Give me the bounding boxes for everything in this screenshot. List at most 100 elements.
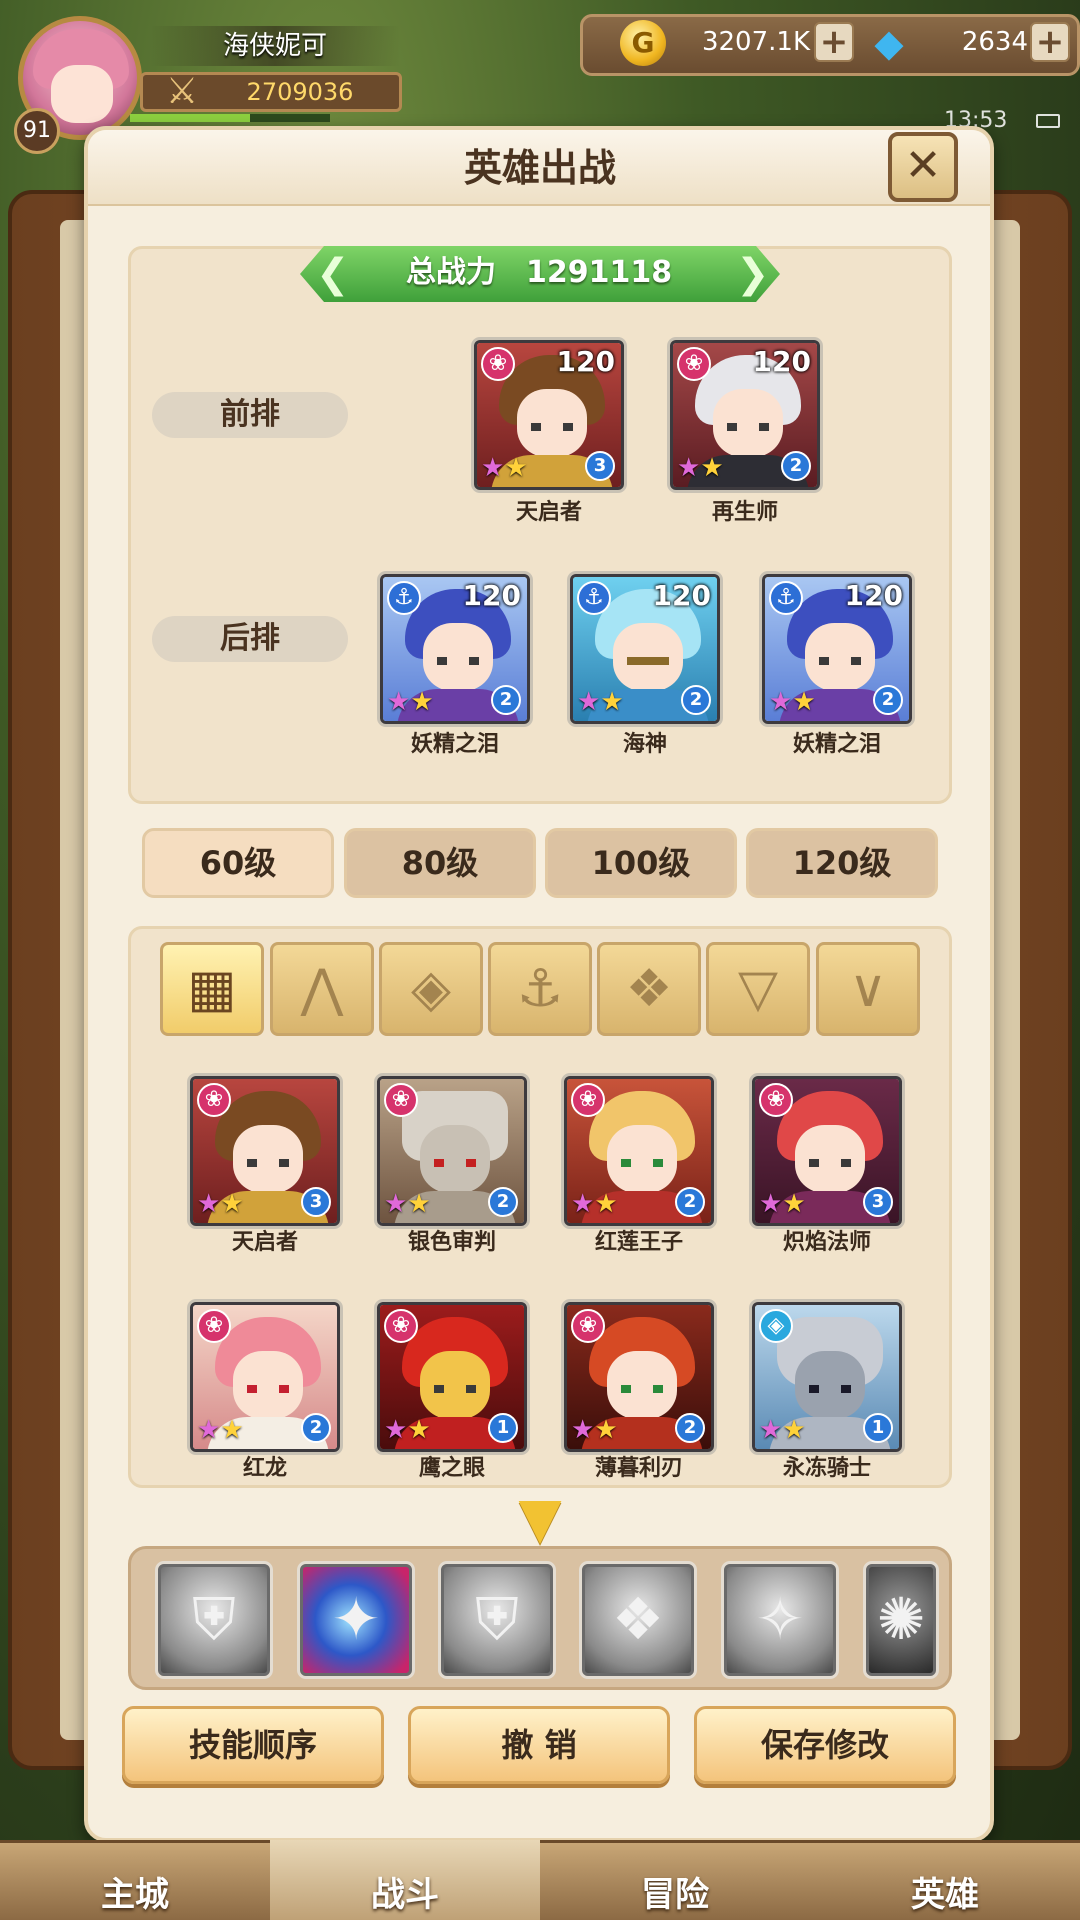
gem-amount: 2634	[961, 27, 1028, 57]
chevron-right-icon[interactable]: ❯	[736, 252, 770, 296]
hero-grade-badge: 2	[675, 1187, 705, 1217]
skill-water-orb-icon[interactable]: ✦	[300, 1564, 412, 1676]
hero-grade-badge: 3	[863, 1187, 893, 1217]
front-row-label: 前排	[152, 392, 348, 438]
class-lotus-icon: ❀	[197, 1309, 231, 1343]
star-rating-icon: ★★	[577, 687, 624, 717]
gold-amount: 3207.1K	[701, 27, 810, 57]
hero-grade-badge: 2	[301, 1413, 331, 1443]
save-changes-button[interactable]: 保存修改	[694, 1706, 956, 1784]
hero-grade-badge: 2	[781, 451, 811, 481]
class-lotus-icon: ❀	[384, 1083, 418, 1117]
tab-level-80[interactable]: 80级	[344, 828, 536, 898]
tab-level-100[interactable]: 100级	[545, 828, 737, 898]
roster-hero-card[interactable]: ◈ ★★ 1	[752, 1302, 902, 1452]
scroll-down-icon[interactable]: ▼	[502, 1491, 578, 1547]
nav-main-city[interactable]: 主城	[0, 1840, 270, 1920]
player-level-badge: 91	[14, 108, 60, 154]
skill-crystal-icon[interactable]: ❖	[582, 1564, 694, 1676]
crossed-swords-icon: ⚔	[165, 71, 199, 112]
hero-level: 120	[844, 579, 903, 612]
battery-icon	[1036, 114, 1060, 128]
roster-hero-card[interactable]: ❀ ★★ 1	[377, 1302, 527, 1452]
hero-name: 薄暮利刃	[594, 1456, 683, 1481]
class-anchor-icon: ⚓	[769, 581, 803, 615]
filter-class-wing-icon[interactable]: ∨	[816, 942, 920, 1036]
nav-adventure[interactable]: 冒险	[540, 1840, 810, 1920]
roster-hero-card[interactable]: ❀ ★★ 3	[752, 1076, 902, 1226]
roster-hero-card[interactable]: ❀ ★★ 3	[190, 1076, 340, 1226]
hero-name: 再生师	[711, 500, 778, 525]
diamond-icon: ◆	[874, 21, 904, 65]
star-rating-icon: ★★	[197, 1189, 244, 1219]
hero-grade-badge: 2	[675, 1413, 705, 1443]
hero-grade-badge: 2	[681, 685, 711, 715]
hero-grade-badge: 3	[585, 451, 615, 481]
total-power-value: 1291118	[526, 255, 673, 290]
skill-dark-icon[interactable]: ✺	[866, 1564, 936, 1676]
star-rating-icon: ★★	[384, 1415, 431, 1445]
filter-class-horn-icon[interactable]: ▽	[706, 942, 810, 1036]
hero-name: 天启者	[231, 1230, 298, 1255]
class-lotus-icon: ❀	[571, 1309, 605, 1343]
hero-name: 海神	[622, 732, 667, 757]
nav-battle[interactable]: 战斗	[270, 1840, 540, 1920]
star-rating-icon: ★★	[384, 1189, 431, 1219]
formation-hero-card[interactable]: ❀ 120 ★★ 3	[474, 340, 624, 490]
skill-shield-icon[interactable]: ⛨	[441, 1564, 553, 1676]
filter-all-icon[interactable]: ▦	[160, 942, 264, 1036]
back-row-label: 后排	[152, 616, 348, 662]
hero-level: 120	[556, 345, 615, 378]
star-rating-icon: ★★	[677, 453, 724, 483]
filter-class-diamond-icon[interactable]: ◈	[379, 942, 483, 1036]
star-rating-icon: ★★	[197, 1415, 244, 1445]
class-lotus-icon: ❀	[384, 1309, 418, 1343]
exp-bar-fill	[130, 114, 250, 122]
hero-grade-badge: 3	[301, 1187, 331, 1217]
close-button[interactable]: ✕	[888, 132, 958, 202]
roster-hero-card[interactable]: ❀ ★★ 2	[564, 1076, 714, 1226]
class-lotus-icon: ❀	[481, 347, 515, 381]
skill-order-button[interactable]: 技能顺序	[122, 1706, 384, 1784]
filter-class-beast-icon[interactable]: ❖	[597, 942, 701, 1036]
hero-name: 天启者	[515, 500, 582, 525]
total-power-label: 总战力	[406, 255, 496, 290]
filter-class-anchor-icon[interactable]: ⚓	[488, 942, 592, 1036]
formation-hero-card[interactable]: ⚓ 120 ★★ 2	[570, 574, 720, 724]
roster-hero-card[interactable]: ❀ ★★ 2	[377, 1076, 527, 1226]
add-gems-button[interactable]: +	[1030, 22, 1070, 62]
class-lotus-icon: ❀	[571, 1083, 605, 1117]
skill-ice-icon[interactable]: ✧	[724, 1564, 836, 1676]
nav-heroes[interactable]: 英雄	[810, 1840, 1080, 1920]
roster-hero-card[interactable]: ❀ ★★ 2	[564, 1302, 714, 1452]
class-lotus-icon: ❀	[677, 347, 711, 381]
hero-name: 妖精之泪	[410, 732, 499, 757]
player-name: 海侠妮可	[150, 26, 400, 66]
roster-hero-card[interactable]: ❀ ★★ 2	[190, 1302, 340, 1452]
undo-button[interactable]: 撤 销	[408, 1706, 670, 1784]
tab-level-60[interactable]: 60级	[142, 828, 334, 898]
formation-hero-card[interactable]: ❀ 120 ★★ 2	[670, 340, 820, 490]
class-anchor-icon: ⚓	[577, 581, 611, 615]
hero-name: 永冻骑士	[782, 1456, 871, 1481]
skill-shield-icon[interactable]: ⛨	[158, 1564, 270, 1676]
chevron-left-icon[interactable]: ❮	[316, 252, 350, 296]
hero-grade-badge: 1	[488, 1413, 518, 1443]
add-gold-button[interactable]: +	[814, 22, 854, 62]
hero-name: 鹰之眼	[418, 1456, 485, 1481]
gold-coin-icon: G	[620, 20, 666, 66]
formation-hero-card[interactable]: ⚓ 120 ★★ 2	[380, 574, 530, 724]
class-diamond-icon: ◈	[759, 1309, 793, 1343]
class-lotus-icon: ❀	[197, 1083, 231, 1117]
star-rating-icon: ★★	[759, 1415, 806, 1445]
player-power-value: 2709036	[246, 78, 354, 106]
filter-class-lotus-icon[interactable]: ⋀	[270, 942, 374, 1036]
formation-hero-card[interactable]: ⚓ 120 ★★ 2	[762, 574, 912, 724]
tab-level-120[interactable]: 120级	[746, 828, 938, 898]
hero-level: 120	[652, 579, 711, 612]
hero-level: 120	[752, 345, 811, 378]
hero-name: 炽焰法师	[782, 1230, 871, 1255]
star-rating-icon: ★★	[759, 1189, 806, 1219]
star-rating-icon: ★★	[387, 687, 434, 717]
hero-grade-badge: 2	[488, 1187, 518, 1217]
